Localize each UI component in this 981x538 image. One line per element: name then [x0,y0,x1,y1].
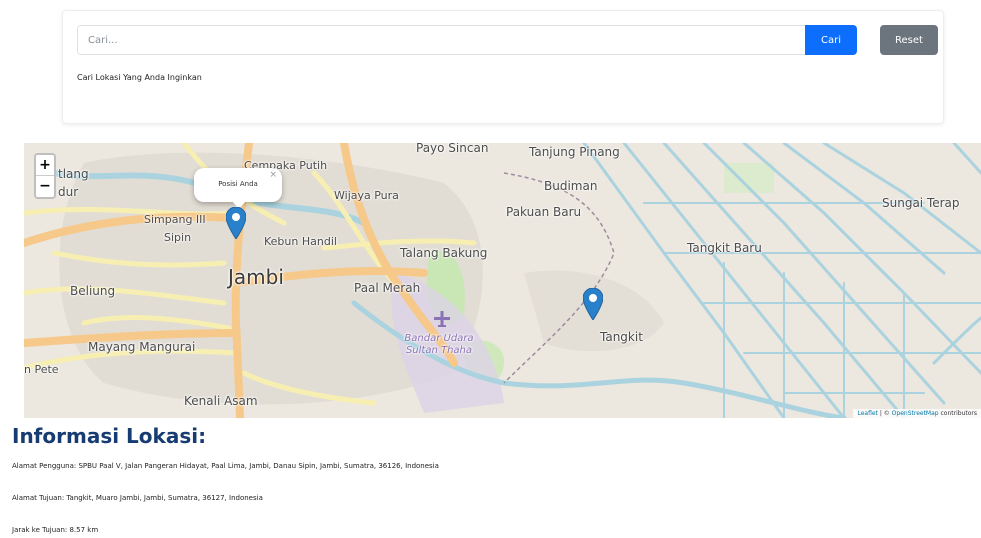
leaflet-link[interactable]: Leaflet [857,410,877,417]
zoom-out-button[interactable]: − [36,176,54,197]
destination-address: Alamat Tujuan: Tangkit, Muaro Jambi, Jam… [12,494,263,502]
map-attribution: Leaflet | © OpenStreetMap contributors [853,409,981,418]
info-title: Informasi Lokasi: [12,424,207,448]
search-card: Cari Reset Cari Lokasi Yang Anda Inginka… [62,10,944,124]
map-label: Jambi [228,265,284,289]
map-label: Sungai Terap [882,196,960,210]
map-label: Sipin [164,231,192,244]
map-tiles [24,143,981,418]
reset-button[interactable]: Reset [880,25,938,55]
search-hint: Cari Lokasi Yang Anda Inginkan [77,73,202,82]
user-address: Alamat Pengguna: SPBU Paal V, Jalan Pang… [12,462,439,470]
destination-marker-icon[interactable] [583,288,603,320]
map-label: n Pete [24,363,59,376]
map-label: Kebun Handil [264,235,337,248]
zoom-in-button[interactable]: + [36,155,54,176]
map-label: Budiman [544,179,598,193]
attribution-suffix: contributors [938,410,978,417]
map-label: Kenali Asam [184,394,258,408]
map[interactable]: Payo Sincan Tanjung Pinang Cempaka Putih… [24,143,981,418]
map-label: Wijaya Pura [334,189,399,202]
map-label: Paal Merah [354,281,421,295]
popup-text: Posisi Anda [218,180,258,188]
map-label: Tangkit [600,330,643,344]
map-label: Talang Bakung [400,246,488,260]
popup-close-button[interactable]: × [269,170,277,180]
airport-label: Bandar Udara Sultan Thaha [404,333,474,356]
location-popup: Posisi Anda × [194,168,282,209]
attribution-separator: | © [877,410,892,417]
map-label: Payo Sincan [416,143,489,155]
map-label: Mayang Mangurai [88,340,196,354]
map-label: Beliung [70,284,116,298]
osm-link[interactable]: OpenStreetMap [892,410,939,417]
user-location-marker-icon[interactable] [226,207,246,239]
map-label: Pakuan Baru [506,205,582,219]
map-label: Simpang III [144,213,206,226]
distance-text: Jarak ke Tujuan: 8.57 km [12,526,99,534]
search-button[interactable]: Cari [805,25,857,55]
map-label: tlang [58,167,89,181]
map-label: Tangkit Baru [687,241,762,255]
search-input[interactable] [77,25,805,55]
map-label: dur [58,185,79,199]
map-label: Tanjung Pinang [529,145,620,159]
zoom-control: + − [34,153,56,199]
